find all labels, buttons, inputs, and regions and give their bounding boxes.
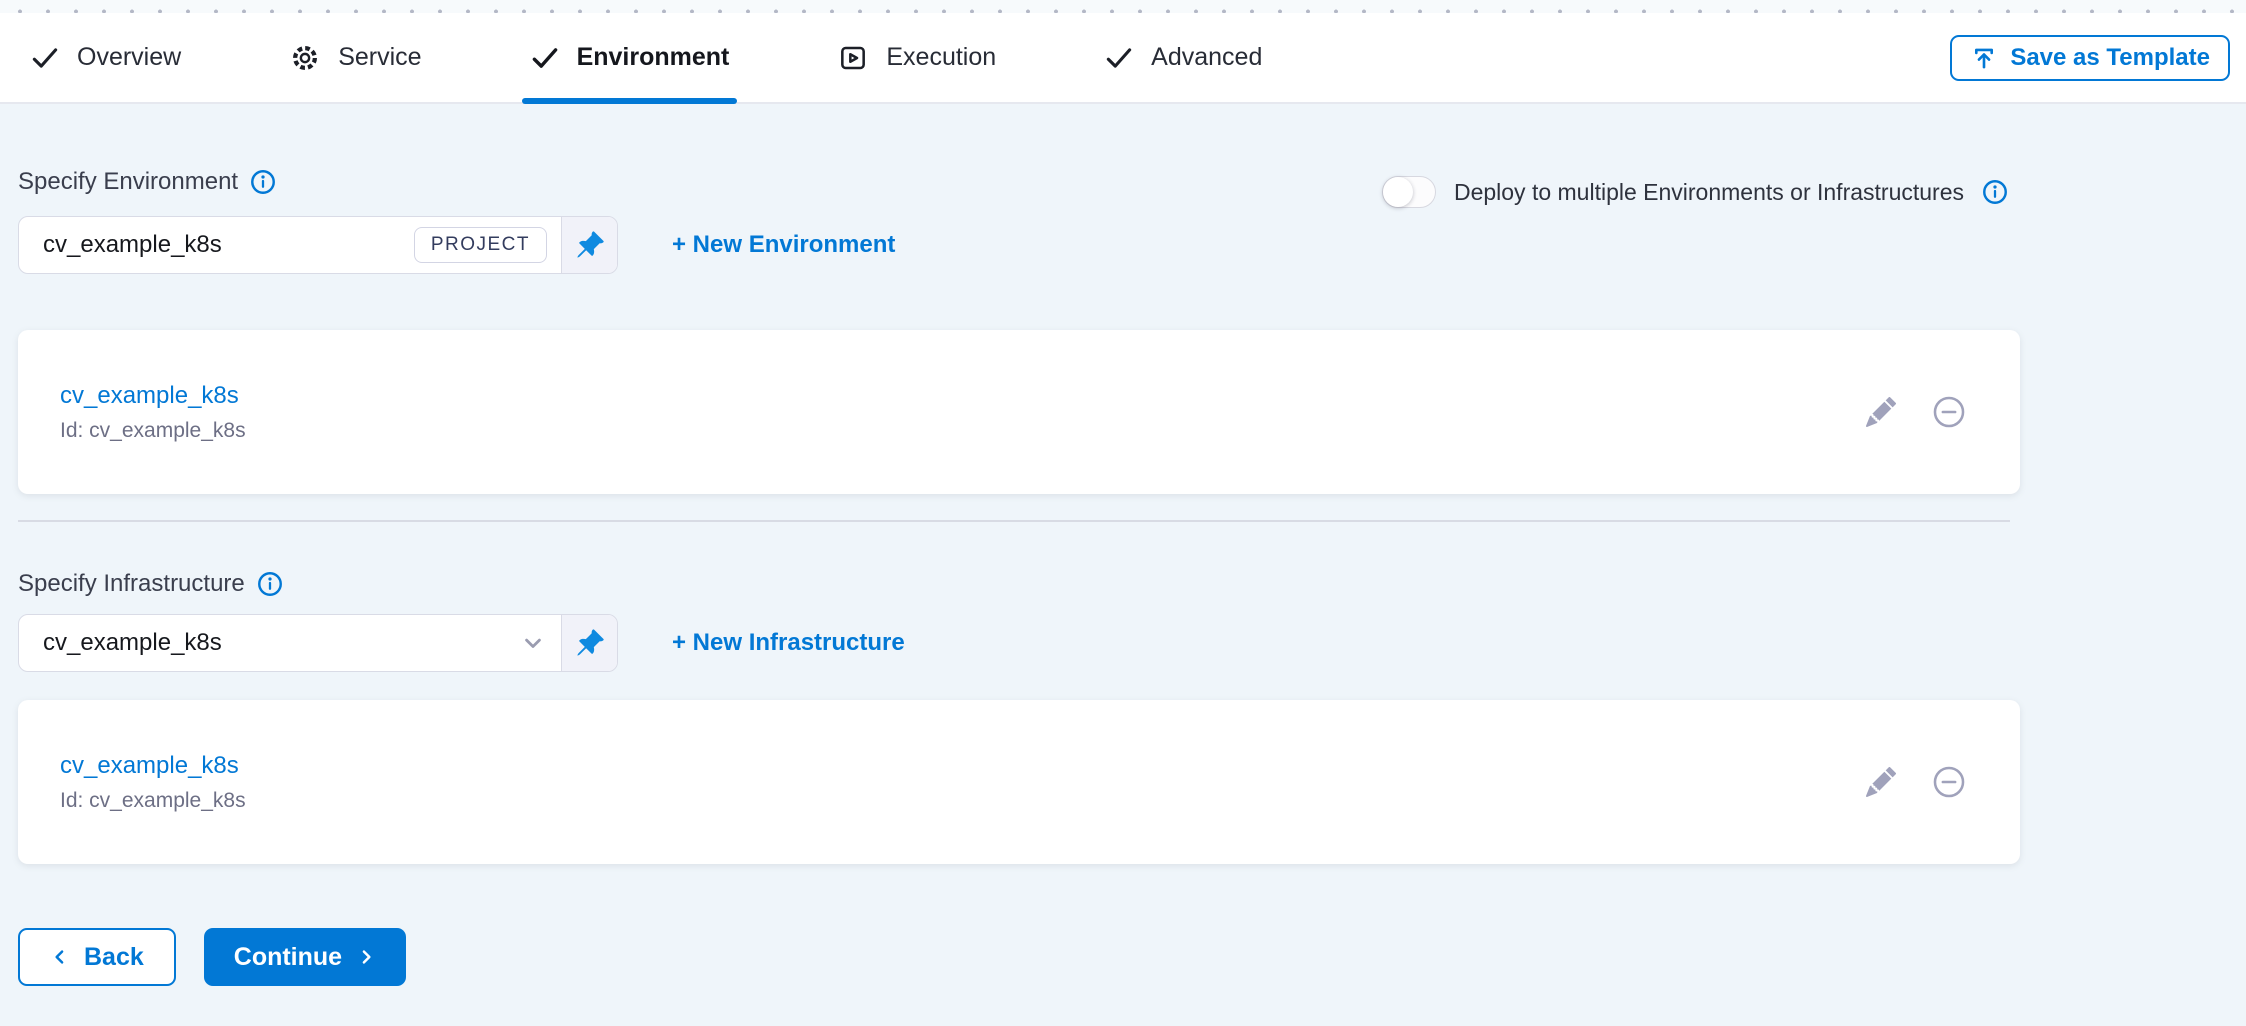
minus-circle-icon	[1932, 765, 1966, 799]
minus-circle-icon	[1932, 395, 1966, 429]
remove-environment-button[interactable]	[1932, 395, 1966, 429]
pin-icon	[575, 628, 605, 658]
environment-card-text: cv_example_k8s Id: cv_example_k8s	[60, 382, 246, 443]
save-as-template-button[interactable]: Save as Template	[1950, 35, 2230, 81]
infrastructure-card-actions	[1866, 765, 1966, 799]
environment-input[interactable]	[43, 231, 402, 259]
back-label: Back	[84, 943, 144, 972]
environment-card-title-link[interactable]: cv_example_k8s	[60, 382, 239, 410]
multi-deploy-toggle-label: Deploy to multiple Environments or Infra…	[1454, 179, 1964, 206]
specify-environment-label: Specify Environment	[18, 168, 238, 196]
continue-label: Continue	[234, 943, 342, 972]
infrastructure-card-id: Id: cv_example_k8s	[60, 789, 246, 813]
infrastructure-pin-button[interactable]	[561, 615, 617, 671]
section-divider	[18, 520, 2010, 522]
check-icon	[530, 43, 560, 73]
infrastructure-select-group: cv_example_k8s	[18, 614, 618, 672]
multi-deploy-toggle-row: Deploy to multiple Environments or Infra…	[1382, 176, 2008, 208]
infrastructure-select[interactable]: cv_example_k8s	[19, 615, 561, 671]
environment-card-id: Id: cv_example_k8s	[60, 419, 246, 443]
environment-value-box: PROJECT	[19, 217, 561, 273]
new-environment-link[interactable]: + New Environment	[672, 231, 895, 259]
check-icon	[1104, 43, 1134, 73]
chevron-right-icon	[356, 947, 376, 967]
specify-infrastructure-label: Specify Infrastructure	[18, 570, 245, 598]
play-square-icon	[837, 42, 869, 74]
pencil-icon	[1866, 767, 1896, 797]
scope-badge: PROJECT	[414, 227, 547, 263]
multi-deploy-toggle[interactable]	[1382, 176, 1436, 208]
tab-label: Execution	[886, 43, 996, 72]
remove-infrastructure-button[interactable]	[1932, 765, 1966, 799]
environment-pin-button[interactable]	[561, 217, 617, 273]
check-icon	[30, 43, 60, 73]
edit-infrastructure-button[interactable]	[1866, 767, 1896, 797]
pin-icon	[575, 230, 605, 260]
chevron-left-icon	[50, 947, 70, 967]
environment-card-actions	[1866, 395, 1966, 429]
tab-execution[interactable]: Execution	[829, 13, 1004, 102]
gear-icon	[289, 42, 321, 74]
stage-tab-bar: Overview Service Environment	[0, 13, 2246, 104]
infrastructure-card: cv_example_k8s Id: cv_example_k8s	[18, 700, 2020, 864]
stage-tabs: Overview Service Environment	[22, 13, 1270, 102]
tab-environment[interactable]: Environment	[522, 13, 738, 102]
tab-label: Overview	[77, 43, 181, 72]
tab-service[interactable]: Service	[281, 13, 429, 102]
environment-input-group: PROJECT	[18, 216, 618, 274]
info-icon[interactable]	[257, 571, 283, 597]
tab-label: Service	[338, 43, 421, 72]
infrastructure-selected-value: cv_example_k8s	[43, 629, 507, 657]
environment-card: cv_example_k8s Id: cv_example_k8s	[18, 330, 2020, 494]
continue-button[interactable]: Continue	[204, 928, 406, 986]
info-icon[interactable]	[1982, 179, 2008, 205]
back-button[interactable]: Back	[18, 928, 176, 986]
edit-environment-button[interactable]	[1866, 397, 1896, 427]
specify-environment-block: Specify Environment PROJECT	[18, 168, 895, 274]
info-icon[interactable]	[250, 169, 276, 195]
upload-icon	[1970, 44, 1998, 72]
toggle-knob	[1383, 177, 1413, 207]
save-as-template-label: Save as Template	[2010, 44, 2210, 72]
infrastructure-card-text: cv_example_k8s Id: cv_example_k8s	[60, 752, 246, 813]
new-infrastructure-link[interactable]: + New Infrastructure	[672, 629, 905, 657]
dotted-top-border	[0, 0, 2246, 13]
tab-advanced[interactable]: Advanced	[1096, 13, 1270, 102]
infrastructure-card-title-link[interactable]: cv_example_k8s	[60, 752, 239, 780]
footer-navigation: Back Continue	[18, 928, 2246, 986]
tab-label: Advanced	[1151, 43, 1262, 72]
tab-label: Environment	[577, 43, 730, 72]
pencil-icon	[1866, 397, 1896, 427]
chevron-down-icon	[519, 629, 547, 657]
environment-tab-panel: Specify Environment PROJECT	[0, 104, 2246, 986]
tab-overview[interactable]: Overview	[22, 13, 189, 102]
